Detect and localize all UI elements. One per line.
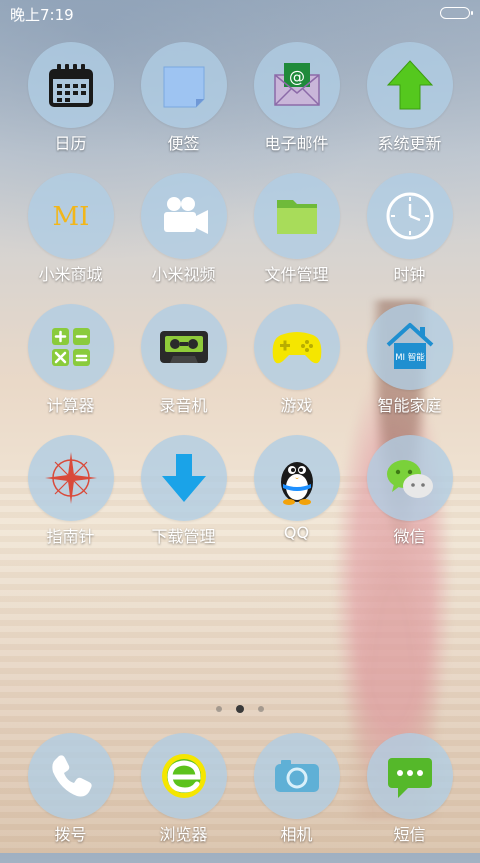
app-games[interactable]: 游戏	[240, 304, 353, 434]
app-label: 微信	[393, 527, 426, 546]
page-dot-active[interactable]	[236, 704, 244, 713]
calculator-icon	[28, 304, 114, 390]
app-label: 下载管理	[151, 527, 216, 546]
page-dot[interactable]	[216, 705, 222, 712]
notes-icon	[141, 42, 227, 128]
status-time: 晚上7:19	[10, 6, 74, 24]
video-camera-icon	[141, 173, 227, 259]
app-label: 拨号	[54, 825, 87, 844]
folder-icon	[254, 173, 340, 259]
app-label: 相机	[280, 825, 313, 844]
qq-penguin-icon	[254, 435, 340, 521]
app-label: 小米商城	[38, 265, 103, 284]
app-smart-home[interactable]: MI 智能 智能家庭	[353, 304, 466, 434]
dock-messages[interactable]: 短信	[353, 733, 466, 863]
app-calculator[interactable]: 计算器	[14, 304, 127, 434]
dock-camera[interactable]: 相机	[240, 733, 353, 863]
message-icon	[367, 733, 453, 819]
svg-text:@: @	[289, 67, 305, 86]
page-dot[interactable]	[258, 705, 264, 712]
app-calendar[interactable]: 日历	[14, 42, 127, 172]
app-label: 便签	[167, 134, 200, 153]
app-label: 智能家庭	[377, 396, 442, 415]
dock-browser[interactable]: 浏览器	[127, 733, 240, 863]
app-downloads[interactable]: 下载管理	[127, 435, 240, 565]
download-icon	[141, 435, 227, 521]
browser-icon	[141, 733, 227, 819]
app-label: 日历	[54, 134, 87, 153]
app-label: 计算器	[46, 396, 95, 415]
app-notes[interactable]: 便签	[127, 42, 240, 172]
email-icon: @	[254, 42, 340, 128]
smart-home-logo-text: MI 智能	[395, 352, 425, 363]
gamepad-icon	[254, 304, 340, 390]
phone-icon	[28, 733, 114, 819]
app-label: 文件管理	[264, 265, 329, 284]
app-label: QQ	[283, 523, 310, 542]
app-file-manager[interactable]: 文件管理	[240, 173, 353, 303]
app-recorder[interactable]: 录音机	[127, 304, 240, 434]
clock-icon	[367, 173, 453, 259]
app-mi-store[interactable]: MI 小米商城	[14, 173, 127, 303]
app-qq[interactable]: QQ	[240, 435, 353, 565]
app-system-update[interactable]: 系统更新	[353, 42, 466, 172]
app-label: 浏览器	[159, 825, 208, 844]
calendar-icon	[28, 42, 114, 128]
app-label: 电子邮件	[264, 134, 329, 153]
app-label: 指南针	[46, 527, 95, 546]
app-mi-video[interactable]: 小米视频	[127, 173, 240, 303]
dock-phone[interactable]: 拨号	[14, 733, 127, 863]
app-compass[interactable]: 指南针	[14, 435, 127, 565]
dock: 拨号 浏览器 相机 短信	[14, 733, 466, 844]
compass-icon	[28, 435, 114, 521]
app-label: 录音机	[159, 396, 208, 415]
app-label: 游戏	[280, 396, 313, 415]
status-bar: 晚上7:19	[0, 0, 480, 28]
mi-logo-text: MI	[53, 202, 90, 232]
camera-icon	[254, 733, 340, 819]
wechat-icon	[367, 435, 453, 521]
app-label: 短信	[393, 825, 426, 844]
app-label: 小米视频	[151, 265, 216, 284]
app-email[interactable]: @ 电子邮件	[240, 42, 353, 172]
app-wechat[interactable]: 微信	[353, 435, 466, 565]
smart-home-icon: MI 智能	[367, 304, 453, 390]
update-icon	[367, 42, 453, 128]
app-label: 系统更新	[377, 134, 442, 153]
page-indicator	[0, 698, 480, 713]
battery-icon	[440, 7, 473, 19]
cassette-icon	[141, 304, 227, 390]
app-clock[interactable]: 时钟	[353, 173, 466, 303]
mi-store-icon: MI	[28, 173, 114, 259]
app-label: 时钟	[393, 265, 426, 284]
